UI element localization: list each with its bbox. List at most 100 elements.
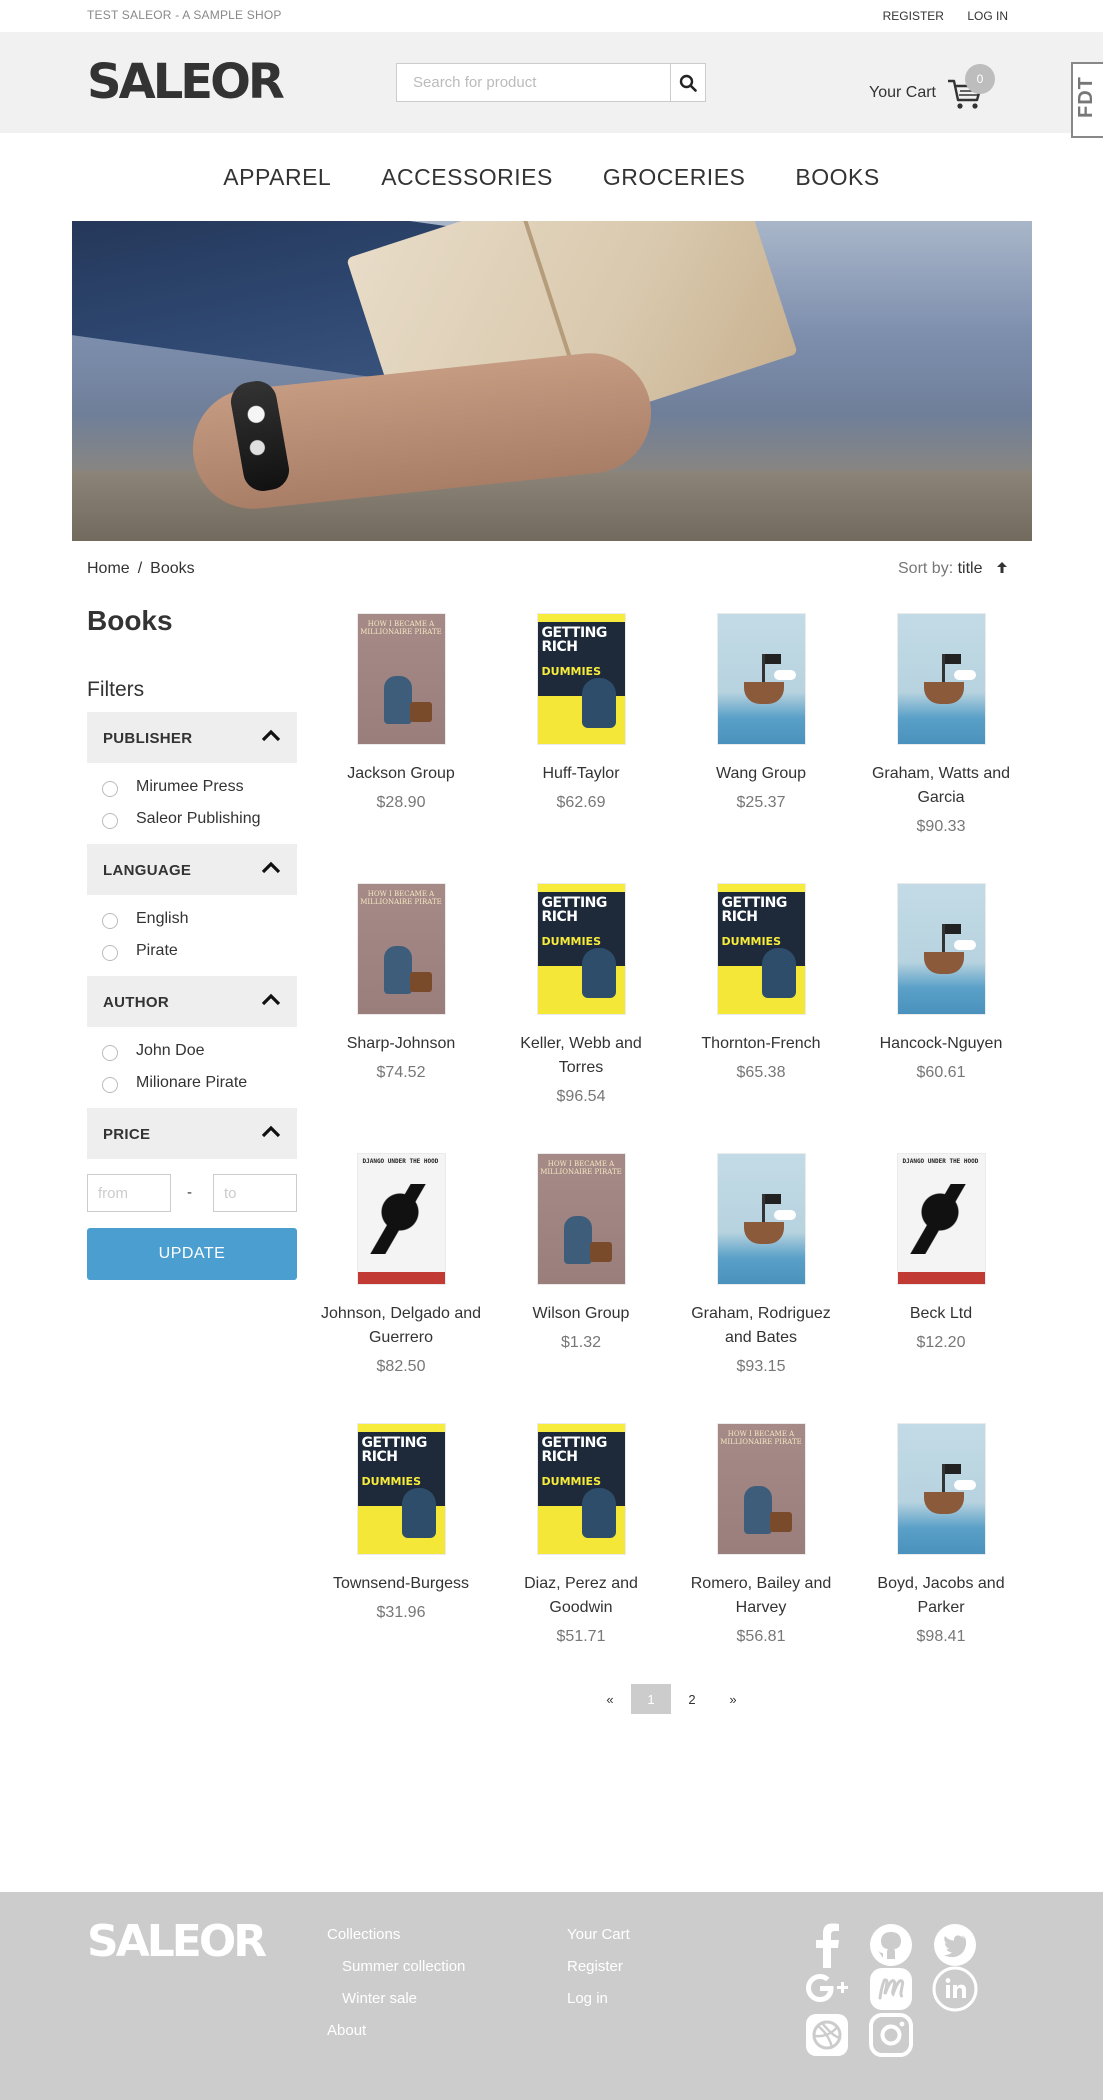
product-card[interactable]: HOW I BECAME A MILLIONAIRE PIRATE Romero,… (671, 1424, 851, 1646)
product-card[interactable]: HOW I BECAME A MILLIONAIRE PIRATE Wilson … (491, 1154, 671, 1352)
price-from-input[interactable] (87, 1174, 171, 1212)
product-cover-image[interactable] (717, 1154, 805, 1284)
product-cover-image[interactable] (897, 884, 985, 1014)
footer-winter-sale-link[interactable]: Winter sale (327, 1990, 465, 2022)
update-filters-button[interactable]: UPDATE (87, 1228, 297, 1280)
product-name[interactable]: Diaz, Perez and Goodwin (491, 1572, 671, 1620)
facebook-icon[interactable] (804, 1922, 850, 1968)
product-name[interactable]: Thornton-French (671, 1032, 851, 1056)
product-cover-image[interactable]: HOW I BECAME A MILLIONAIRE PIRATE (537, 1154, 625, 1284)
footer-about-link[interactable]: About (327, 2022, 465, 2054)
product-cover-image[interactable]: GETTING RICH DUMMIES (357, 1424, 445, 1554)
product-cover-image[interactable]: HOW I BECAME A MILLIONAIRE PIRATE (357, 614, 445, 744)
product-cover-image[interactable] (897, 614, 985, 744)
footer-summer-collection-link[interactable]: Summer collection (327, 1958, 465, 1990)
radio-button[interactable] (102, 1045, 118, 1061)
nav-books[interactable]: BOOKS (795, 164, 879, 191)
product-card[interactable]: GETTING RICH DUMMIES Diaz, Perez and Goodw… (491, 1424, 671, 1646)
meetup-icon[interactable] (868, 1966, 914, 2012)
product-cover-image[interactable]: HOW I BECAME A MILLIONAIRE PIRATE (717, 1424, 805, 1554)
github-icon[interactable] (868, 1922, 914, 1968)
product-card[interactable]: Wang Group $25.37 (671, 614, 851, 812)
linkedin-icon[interactable] (932, 1966, 978, 2012)
product-card[interactable]: Hancock-Nguyen $60.61 (851, 884, 1031, 1082)
product-card[interactable]: GETTING RICH DUMMIES Huff-Taylor $62.69 (491, 614, 671, 812)
google-plus-icon[interactable] (804, 1966, 850, 2012)
dribbble-icon[interactable] (804, 2012, 850, 2058)
filter-language-header[interactable]: LANGUAGE (87, 844, 297, 895)
product-card[interactable]: DJANGO UNDER THE HOOD Beck Ltd $12.20 (851, 1154, 1031, 1352)
product-card[interactable]: GETTING RICH DUMMIES Thornton-French $65.38 (671, 884, 851, 1082)
login-link[interactable]: LOG IN (967, 9, 1008, 23)
radio-button[interactable] (102, 781, 118, 797)
product-card[interactable]: Graham, Rodriguez and Bates $93.15 (671, 1154, 851, 1376)
search-input[interactable] (397, 64, 671, 101)
filter-option[interactable]: Pirate (87, 935, 297, 967)
product-name[interactable]: Romero, Bailey and Harvey (671, 1572, 851, 1620)
product-card[interactable]: DJANGO UNDER THE HOOD Johnson, Delgado an… (311, 1154, 491, 1376)
pagination-next[interactable]: » (713, 1684, 753, 1714)
product-name[interactable]: Sharp-Johnson (311, 1032, 491, 1056)
product-name[interactable]: Johnson, Delgado and Guerrero (311, 1302, 491, 1350)
filter-option[interactable]: John Doe (87, 1035, 297, 1067)
filter-option[interactable]: Mirumee Press (87, 771, 297, 803)
twitter-icon[interactable] (932, 1922, 978, 1968)
product-card[interactable]: GETTING RICH DUMMIES Keller, Webb and Torr… (491, 884, 671, 1106)
nav-groceries[interactable]: GROCERIES (603, 164, 746, 191)
pagination-page-1[interactable]: 1 (631, 1684, 671, 1714)
filter-publisher-header[interactable]: PUBLISHER (87, 712, 297, 763)
product-card[interactable]: HOW I BECAME A MILLIONAIRE PIRATE Jackson… (311, 614, 491, 812)
footer-logo[interactable]: SALEOR (87, 1920, 267, 1964)
product-name[interactable]: Wang Group (671, 762, 851, 786)
footer-register-link[interactable]: Register (567, 1958, 630, 1990)
filter-option[interactable]: Saleor Publishing (87, 803, 297, 835)
product-card[interactable]: GETTING RICH DUMMIES Townsend-Burgess $31.9… (311, 1424, 491, 1622)
sort-control[interactable]: Sort by: title (898, 560, 1007, 578)
product-name[interactable]: Beck Ltd (851, 1302, 1031, 1326)
radio-button[interactable] (102, 1077, 118, 1093)
product-cover-image[interactable]: GETTING RICH DUMMIES (537, 884, 625, 1014)
product-name[interactable]: Keller, Webb and Torres (491, 1032, 671, 1080)
product-card[interactable]: Boyd, Jacobs and Parker $98.41 (851, 1424, 1031, 1646)
product-name[interactable]: Graham, Watts and Garcia (851, 762, 1031, 810)
product-cover-image[interactable]: GETTING RICH DUMMIES (537, 614, 625, 744)
footer-cart-link[interactable]: Your Cart (567, 1926, 630, 1958)
pagination-page-2[interactable]: 2 (672, 1684, 712, 1714)
breadcrumb-current[interactable]: Books (150, 560, 194, 577)
instagram-icon[interactable] (868, 2012, 914, 2058)
product-name[interactable]: Boyd, Jacobs and Parker (851, 1572, 1031, 1620)
search-button[interactable] (670, 64, 705, 101)
price-to-input[interactable] (213, 1174, 297, 1212)
product-name[interactable]: Graham, Rodriguez and Bates (671, 1302, 851, 1350)
product-name[interactable]: Huff-Taylor (491, 762, 671, 786)
sort-ascending-icon[interactable] (996, 561, 1007, 576)
footer-collections-link[interactable]: Collections (327, 1926, 465, 1958)
product-cover-image[interactable]: HOW I BECAME A MILLIONAIRE PIRATE (357, 884, 445, 1014)
debug-toolbar-toggle[interactable]: FDT (1071, 62, 1103, 138)
product-name[interactable]: Townsend-Burgess (311, 1572, 491, 1596)
register-link[interactable]: REGISTER (883, 9, 944, 23)
filter-author-header[interactable]: AUTHOR (87, 976, 297, 1027)
product-cover-image[interactable]: DJANGO UNDER THE HOOD (357, 1154, 445, 1284)
product-cover-image[interactable] (897, 1424, 985, 1554)
pagination-prev[interactable]: « (590, 1684, 630, 1714)
product-name[interactable]: Jackson Group (311, 762, 491, 786)
product-card[interactable]: Graham, Watts and Garcia $90.33 (851, 614, 1031, 836)
product-name[interactable]: Hancock-Nguyen (851, 1032, 1031, 1056)
radio-button[interactable] (102, 913, 118, 929)
product-card[interactable]: HOW I BECAME A MILLIONAIRE PIRATE Sharp-J… (311, 884, 491, 1082)
filter-option[interactable]: Milionare Pirate (87, 1067, 297, 1099)
filter-price-header[interactable]: PRICE (87, 1108, 297, 1159)
product-cover-image[interactable]: GETTING RICH DUMMIES (537, 1424, 625, 1554)
product-cover-image[interactable]: DJANGO UNDER THE HOOD (897, 1154, 985, 1284)
product-cover-image[interactable] (717, 614, 805, 744)
product-cover-image[interactable]: GETTING RICH DUMMIES (717, 884, 805, 1014)
saleor-logo[interactable]: SALEOR (87, 58, 285, 106)
filter-option[interactable]: English (87, 903, 297, 935)
footer-login-link[interactable]: Log in (567, 1990, 630, 2022)
nav-apparel[interactable]: APPAREL (223, 164, 331, 191)
nav-accessories[interactable]: ACCESSORIES (381, 164, 553, 191)
product-name[interactable]: Wilson Group (491, 1302, 671, 1326)
breadcrumb-home[interactable]: Home (87, 560, 130, 577)
radio-button[interactable] (102, 813, 118, 829)
